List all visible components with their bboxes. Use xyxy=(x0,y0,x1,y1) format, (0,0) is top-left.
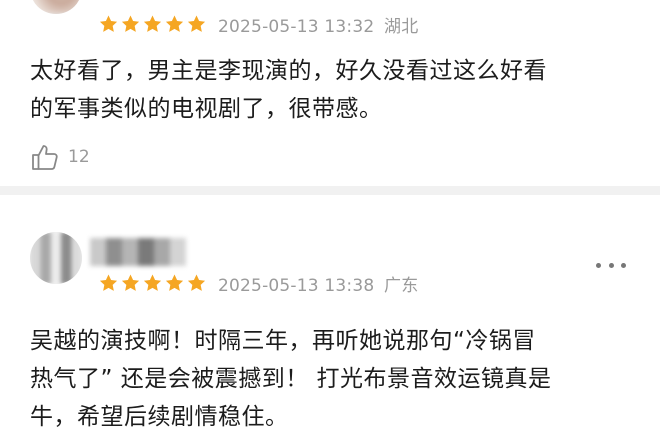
review-date: 2025-05-13 13:38 xyxy=(218,275,375,296)
review-timestamp-region: 2025-05-13 13:38 广东 xyxy=(218,271,418,296)
like-button[interactable]: 12 xyxy=(30,142,90,172)
star-rating xyxy=(98,273,207,293)
star-icon xyxy=(187,274,206,291)
avatar[interactable] xyxy=(30,0,82,14)
star-icon xyxy=(99,15,118,32)
section-divider xyxy=(0,186,660,195)
star-icon xyxy=(165,15,184,32)
username xyxy=(90,238,186,266)
review-timestamp-region: 2025-05-13 13:32 湖北 xyxy=(218,12,418,37)
review-meta: 2025-05-13 13:32 湖北 xyxy=(98,10,418,38)
like-count: 12 xyxy=(68,147,90,167)
review-item: 2025-05-13 13:32 湖北 太好看了，男主是李现演的，好久没看过这么… xyxy=(0,0,660,198)
review-region: 湖北 xyxy=(384,16,419,37)
review-list: 2025-05-13 13:32 湖北 太好看了，男主是李现演的，好久没看过这么… xyxy=(0,0,660,442)
star-icon xyxy=(121,274,140,291)
more-dots-icon[interactable] xyxy=(596,260,626,270)
star-rating xyxy=(98,14,207,34)
review-text: 吴越的演技啊！时隔三年，再听她说那句“冷锅冒 热气了” 还是会被震撼到！ 打光布… xyxy=(30,328,552,430)
review-text: 太好看了，男主是李现演的，好久没看过这么好看 的军事类似的电视剧了，很带感。 xyxy=(30,58,547,122)
star-icon xyxy=(121,15,140,32)
review-item: 2025-05-13 13:38 广东 吴越的演技啊！时隔三年，再听她说那句“冷… xyxy=(0,210,660,442)
star-icon xyxy=(143,15,162,32)
review-region: 广东 xyxy=(384,275,419,296)
star-icon xyxy=(187,15,206,32)
thumbs-up-icon xyxy=(32,145,58,170)
review-meta: 2025-05-13 13:38 广东 xyxy=(98,269,418,297)
star-icon xyxy=(165,274,184,291)
avatar[interactable] xyxy=(30,232,82,284)
review-date: 2025-05-13 13:32 xyxy=(218,16,375,37)
star-icon xyxy=(99,274,118,291)
star-icon xyxy=(143,274,162,291)
